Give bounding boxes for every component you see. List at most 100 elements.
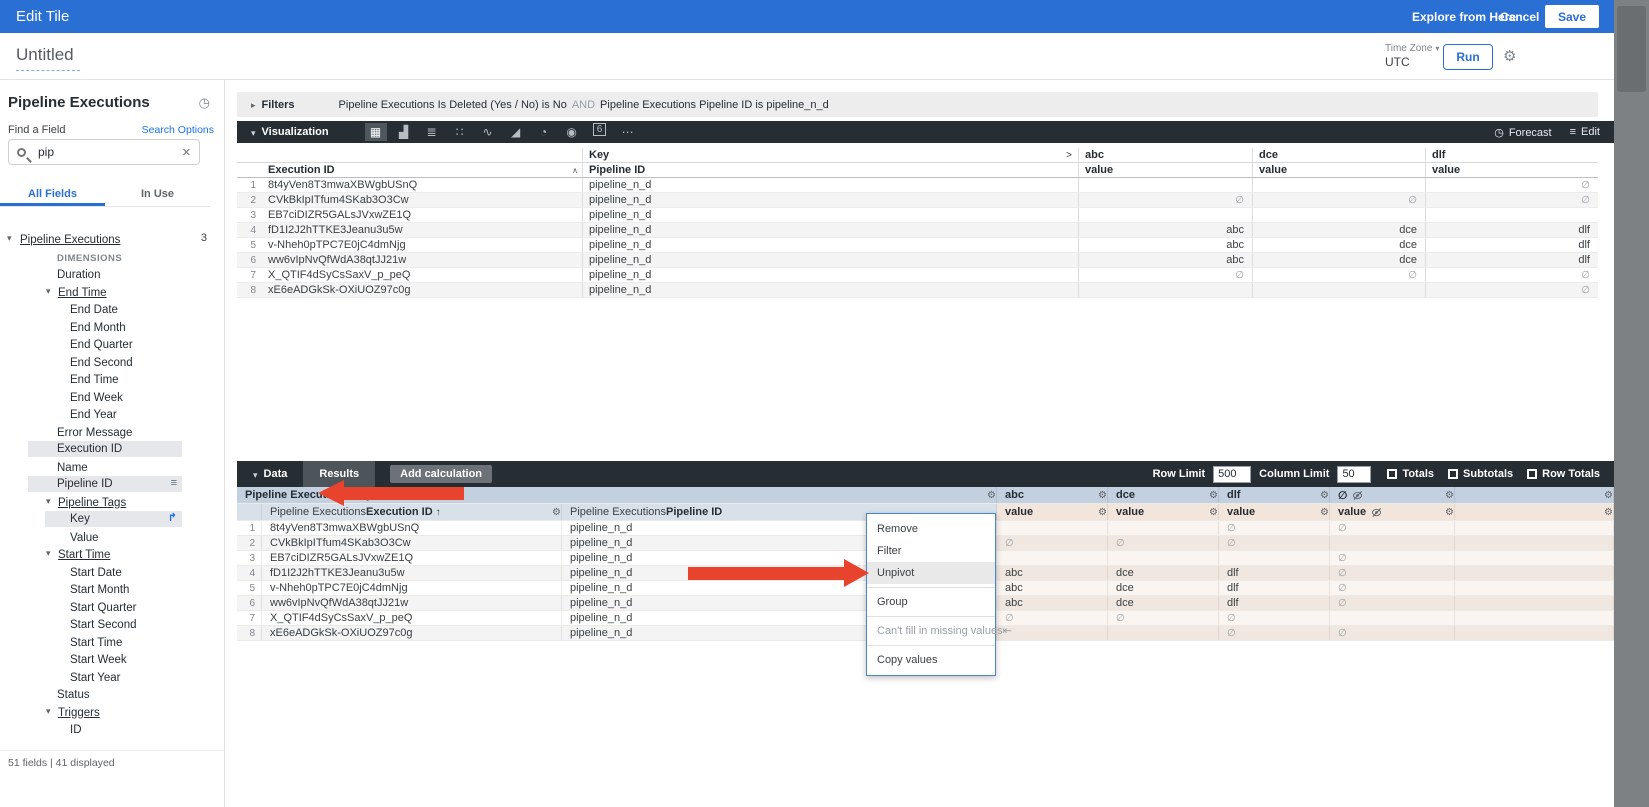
collapse-data-icon[interactable] [253, 465, 258, 483]
chevron-down-icon[interactable] [46, 493, 51, 511]
gear-icon[interactable] [1098, 490, 1107, 501]
pivot-icon[interactable]: ↱ [168, 510, 177, 528]
area-chart-icon[interactable]: ◢ [505, 123, 527, 141]
tab-in-use[interactable]: In Use [105, 184, 210, 206]
sidebar-item-start-year[interactable]: Start Year [0, 668, 225, 686]
sidebar-item-end-year[interactable]: End Year [0, 405, 225, 423]
sidebar-item-start-second[interactable]: Start Second [0, 615, 225, 633]
gear-icon[interactable] [1604, 507, 1613, 518]
history-icon[interactable] [199, 95, 210, 111]
single-value-icon[interactable]: 6 [589, 123, 611, 141]
add-calculation-button[interactable]: Add calculation [390, 465, 492, 483]
measure-header-[interactable]: value [1330, 504, 1455, 520]
chevron-down-icon[interactable] [7, 230, 12, 248]
sidebar-item-duration[interactable]: Duration [0, 265, 225, 283]
filters-bar[interactable]: Filters Pipeline Executions Is Deleted (… [237, 92, 1598, 117]
pivot-value-header-dlf[interactable]: dlf [1219, 487, 1330, 503]
expand-pivot-icon[interactable] [1066, 150, 1078, 161]
filter-icon[interactable]: ≡ [171, 475, 177, 493]
map-icon[interactable]: ◉ [561, 123, 583, 141]
menu-item-filter[interactable]: Filter [867, 540, 995, 562]
chevron-down-icon[interactable] [46, 283, 51, 301]
sidebar-item-start-month[interactable]: Start Month [0, 580, 225, 598]
sidebar-item-value[interactable]: Value [0, 528, 225, 546]
gear-icon[interactable] [552, 507, 561, 518]
search-input[interactable] [38, 145, 168, 159]
chevron-down-icon[interactable] [46, 703, 51, 721]
tile-title-input[interactable]: Untitled [16, 45, 80, 71]
gear-icon[interactable] [1604, 490, 1613, 501]
sort-asc-icon[interactable] [572, 166, 582, 175]
sidebar-item-name[interactable]: Name [0, 458, 225, 476]
menu-item-copy-values[interactable]: Copy values [867, 649, 995, 671]
checkbox-subtotals[interactable]: Subtotals [1448, 468, 1513, 480]
pivot-value-header-abc[interactable]: abc [1078, 148, 1252, 162]
sidebar-item-triggers[interactable]: Triggers [0, 703, 225, 721]
column-limit-input[interactable] [1337, 466, 1371, 483]
sidebar-item-start-date[interactable]: Start Date [0, 563, 225, 581]
run-button[interactable]: Run [1443, 44, 1493, 70]
row-limit-input[interactable] [1213, 466, 1251, 483]
gear-icon[interactable] [1320, 490, 1329, 501]
sidebar-item-pipeline-executions[interactable]: Pipeline Executions3 [0, 230, 225, 248]
measure-header-dlf[interactable]: value [1425, 163, 1598, 177]
line-chart-icon[interactable]: ∿ [477, 123, 499, 141]
search-options-link[interactable]: Search Options [142, 124, 214, 136]
chevron-down-icon[interactable] [46, 545, 51, 563]
measure-header-dce[interactable]: value [1252, 163, 1425, 177]
edit-viz-button[interactable]: Edit [1570, 126, 1600, 138]
sidebar-item-end-quarter[interactable]: End Quarter [0, 335, 225, 353]
menu-item-remove[interactable]: Remove [867, 518, 995, 540]
column-header-execution-id[interactable]: Execution ID [262, 163, 582, 177]
pivot-value-header-[interactable]: ∅ [1330, 487, 1455, 503]
sidebar-item-end-week[interactable]: End Week [0, 388, 225, 406]
cancel-link[interactable]: Cancel [1500, 10, 1539, 24]
gear-icon[interactable] [987, 490, 996, 501]
gear-icon[interactable] [1445, 490, 1454, 501]
gear-icon[interactable] [1209, 507, 1218, 518]
bar-chart-icon[interactable]: ▟ [393, 123, 415, 141]
time-zone-control[interactable]: Time Zone UTC [1385, 43, 1439, 69]
column-header-pipeline-id[interactable]: Pipeline ID [582, 163, 1078, 177]
pie-chart-icon[interactable]: ◔ [533, 123, 555, 141]
gear-icon[interactable] [1503, 47, 1516, 65]
scatter-plot-icon[interactable]: ∷ [449, 123, 471, 141]
report-table-icon[interactable]: ≣ [421, 123, 443, 141]
expand-filters-icon[interactable] [251, 99, 256, 111]
sidebar-item-end-time[interactable]: End Time [0, 370, 225, 388]
sidebar-item-end-date[interactable]: End Date [0, 300, 225, 318]
table-chart-icon[interactable]: ▦ [365, 123, 387, 141]
gear-icon[interactable] [1098, 507, 1107, 518]
sidebar-item-end-second[interactable]: End Second [0, 353, 225, 371]
save-button[interactable]: Save [1545, 5, 1599, 28]
measure-header-abc[interactable]: value [1078, 163, 1252, 177]
pivot-value-header-dce[interactable]: dce [1108, 487, 1219, 503]
sidebar-item-key[interactable]: Key↱ [0, 510, 225, 528]
sidebar-item-start-time[interactable]: Start Time [0, 633, 225, 651]
sidebar-item-error-message[interactable]: Error Message [0, 423, 225, 441]
sidebar-item-start-week[interactable]: Start Week [0, 650, 225, 668]
sidebar-item-end-month[interactable]: End Month [0, 318, 225, 336]
more-viz-options-icon[interactable]: ⋯ [617, 123, 639, 141]
sidebar-item-end-time[interactable]: End Time [0, 283, 225, 301]
gear-icon[interactable] [1209, 490, 1218, 501]
clear-search-icon[interactable] [182, 146, 191, 159]
pivot-field-header[interactable]: Key [582, 148, 1078, 162]
sidebar-item-pipeline-id[interactable]: Pipeline ID≡ [0, 475, 225, 493]
collapse-visualization-icon[interactable] [251, 123, 256, 141]
menu-item-unpivot[interactable]: Unpivot [867, 562, 995, 584]
column-header-execution-id[interactable]: Pipeline Executions Execution ID [262, 504, 562, 520]
measure-header-abc[interactable]: value [997, 504, 1108, 520]
scrollbar-track[interactable] [1614, 0, 1649, 807]
gear-icon[interactable] [1320, 507, 1329, 518]
scrollbar-thumb[interactable] [1617, 6, 1646, 92]
sidebar-item-id[interactable]: ID [0, 720, 225, 738]
measure-header-dce[interactable]: value [1108, 504, 1219, 520]
sidebar-item-pipeline-tags[interactable]: Pipeline Tags [0, 493, 225, 511]
field-search-box[interactable] [8, 139, 200, 165]
pivot-value-header-dlf[interactable]: dlf [1425, 148, 1598, 162]
sidebar-item-start-quarter[interactable]: Start Quarter [0, 598, 225, 616]
measure-header-dlf[interactable]: value [1219, 504, 1330, 520]
sidebar-item-status[interactable]: Status [0, 685, 225, 703]
sidebar-item-start-time[interactable]: Start Time [0, 545, 225, 563]
